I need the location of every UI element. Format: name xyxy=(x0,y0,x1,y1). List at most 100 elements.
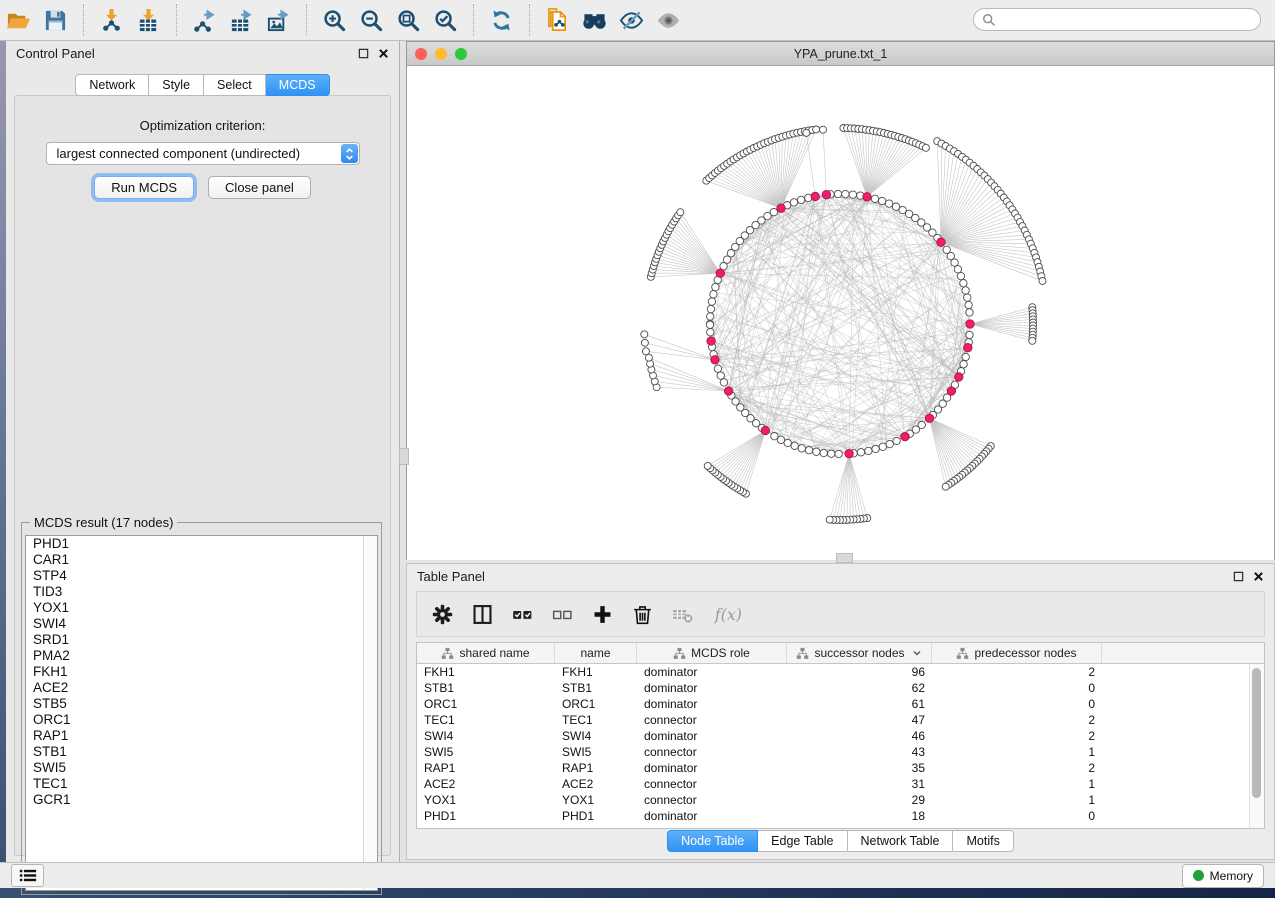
cell-mcds_role[interactable]: connector xyxy=(637,712,787,728)
tab-style[interactable]: Style xyxy=(149,74,204,96)
optimization-criterion-select[interactable]: largest connected component (undirected) xyxy=(46,142,360,165)
cell-name[interactable]: SWI5 xyxy=(555,744,637,760)
tab-node-table[interactable]: Node Table xyxy=(667,830,758,852)
graph-node[interactable] xyxy=(957,272,964,279)
graph-node[interactable] xyxy=(885,200,892,207)
graph-node[interactable] xyxy=(964,294,971,301)
task-history-button[interactable] xyxy=(11,864,44,887)
hide-selected-icon[interactable] xyxy=(616,5,647,36)
cell-successor_nodes[interactable]: 35 xyxy=(787,760,932,776)
tab-network[interactable]: Network xyxy=(75,74,149,96)
mcds-result-item[interactable]: SWI5 xyxy=(26,760,377,776)
search-box[interactable] xyxy=(973,8,1261,31)
graph-node[interactable] xyxy=(712,283,719,290)
graph-node[interactable] xyxy=(797,196,804,203)
graph-node[interactable] xyxy=(791,442,798,449)
cell-shared_name[interactable]: FKH1 xyxy=(417,664,555,680)
graph-node[interactable] xyxy=(642,348,649,355)
graph-node[interactable] xyxy=(707,313,714,320)
cell-shared_name[interactable]: STB1 xyxy=(417,680,555,696)
graph-node[interactable] xyxy=(879,443,886,450)
node-table-row[interactable]: ACE2ACE2connector311 xyxy=(417,776,1264,792)
column-header-predecessor-nodes[interactable]: predecessor nodes xyxy=(932,643,1102,663)
cell-name[interactable]: ACE2 xyxy=(555,776,637,792)
zoom-selected-icon[interactable] xyxy=(430,5,461,36)
graph-node[interactable] xyxy=(960,280,967,287)
cell-name[interactable]: ORC1 xyxy=(555,696,637,712)
network-canvas[interactable] xyxy=(407,66,1274,560)
cell-predecessor_nodes[interactable]: 0 xyxy=(932,808,1102,824)
mcds-result-item[interactable]: FKH1 xyxy=(26,664,377,680)
vertical-splitter-handle[interactable] xyxy=(399,448,409,465)
cell-name[interactable]: TEC1 xyxy=(555,712,637,728)
cell-successor_nodes[interactable]: 61 xyxy=(787,696,932,712)
cell-name[interactable]: PHD1 xyxy=(555,808,637,824)
graph-hub-node[interactable] xyxy=(901,432,909,440)
horizontal-splitter-handle[interactable] xyxy=(836,553,853,563)
mcds-result-item[interactable]: PMA2 xyxy=(26,648,377,664)
graph-node[interactable] xyxy=(893,437,900,444)
cell-name[interactable]: YOX1 xyxy=(555,792,637,808)
tab-mcds[interactable]: MCDS xyxy=(266,74,330,96)
cell-predecessor_nodes[interactable]: 2 xyxy=(932,760,1102,776)
node-table-row[interactable]: FKH1FKH1dominator962 xyxy=(417,664,1264,680)
share-document-icon[interactable] xyxy=(542,5,573,36)
cell-predecessor_nodes[interactable]: 0 xyxy=(932,680,1102,696)
mcds-list-scrollbar[interactable] xyxy=(363,536,377,890)
cell-predecessor_nodes[interactable]: 2 xyxy=(932,664,1102,680)
graph-node[interactable] xyxy=(849,191,856,198)
graph-hub-node[interactable] xyxy=(925,414,933,422)
graph-node[interactable] xyxy=(878,197,885,204)
cell-successor_nodes[interactable]: 43 xyxy=(787,744,932,760)
cell-predecessor_nodes[interactable]: 1 xyxy=(932,792,1102,808)
zoom-out-icon[interactable] xyxy=(356,5,387,36)
graph-node[interactable] xyxy=(717,372,724,379)
graph-node[interactable] xyxy=(828,450,835,457)
table-scrollbar-track[interactable] xyxy=(1249,664,1264,828)
cell-shared_name[interactable]: SWI4 xyxy=(417,728,555,744)
cell-shared_name[interactable]: SWI5 xyxy=(417,744,555,760)
tab-select[interactable]: Select xyxy=(204,74,266,96)
deselect-all-icon[interactable] xyxy=(551,603,574,626)
graph-node[interactable] xyxy=(790,199,797,206)
cell-predecessor_nodes[interactable]: 2 xyxy=(932,728,1102,744)
node-table-row[interactable]: STB1STB1dominator620 xyxy=(417,680,1264,696)
graph-node[interactable] xyxy=(813,448,820,455)
graph-hub-node[interactable] xyxy=(822,191,830,199)
graph-node[interactable] xyxy=(820,449,827,456)
export-image-icon[interactable] xyxy=(263,5,294,36)
graph-node[interactable] xyxy=(708,298,715,305)
cell-successor_nodes[interactable]: 18 xyxy=(787,808,932,824)
graph-node[interactable] xyxy=(962,287,969,294)
graph-node[interactable] xyxy=(805,447,812,454)
graph-node[interactable] xyxy=(707,329,714,336)
graph-hub-node[interactable] xyxy=(716,269,724,277)
graph-node[interactable] xyxy=(641,339,648,346)
graph-node[interactable] xyxy=(834,190,841,197)
close-panel-button[interactable]: Close panel xyxy=(208,176,311,199)
zoom-fit-icon[interactable] xyxy=(393,5,424,36)
graph-node[interactable] xyxy=(706,321,713,328)
column-header-MCDS-role[interactable]: MCDS role xyxy=(637,643,787,663)
graph-node[interactable] xyxy=(707,305,714,312)
cell-shared_name[interactable]: YOX1 xyxy=(417,792,555,808)
cell-predecessor_nodes[interactable]: 0 xyxy=(932,696,1102,712)
close-table-panel-icon[interactable] xyxy=(1253,571,1264,582)
cell-successor_nodes[interactable]: 31 xyxy=(787,776,932,792)
cell-predecessor_nodes[interactable]: 1 xyxy=(932,776,1102,792)
graph-hub-node[interactable] xyxy=(964,344,972,352)
cell-mcds_role[interactable]: dominator xyxy=(637,808,787,824)
graph-node[interactable] xyxy=(641,331,648,338)
graph-node[interactable] xyxy=(954,266,961,273)
mcds-result-item[interactable]: TID3 xyxy=(26,584,377,600)
graph-node[interactable] xyxy=(960,361,967,368)
graph-node[interactable] xyxy=(803,129,810,136)
graph-node[interactable] xyxy=(842,190,849,197)
mcds-result-item[interactable]: RAP1 xyxy=(26,728,377,744)
graph-node[interactable] xyxy=(951,259,958,266)
mcds-result-item[interactable]: ORC1 xyxy=(26,712,377,728)
graph-hub-node[interactable] xyxy=(947,387,955,395)
node-table-row[interactable]: YOX1YOX1connector291 xyxy=(417,792,1264,808)
search-input[interactable] xyxy=(996,12,1260,28)
column-header-name[interactable]: name xyxy=(555,643,637,663)
